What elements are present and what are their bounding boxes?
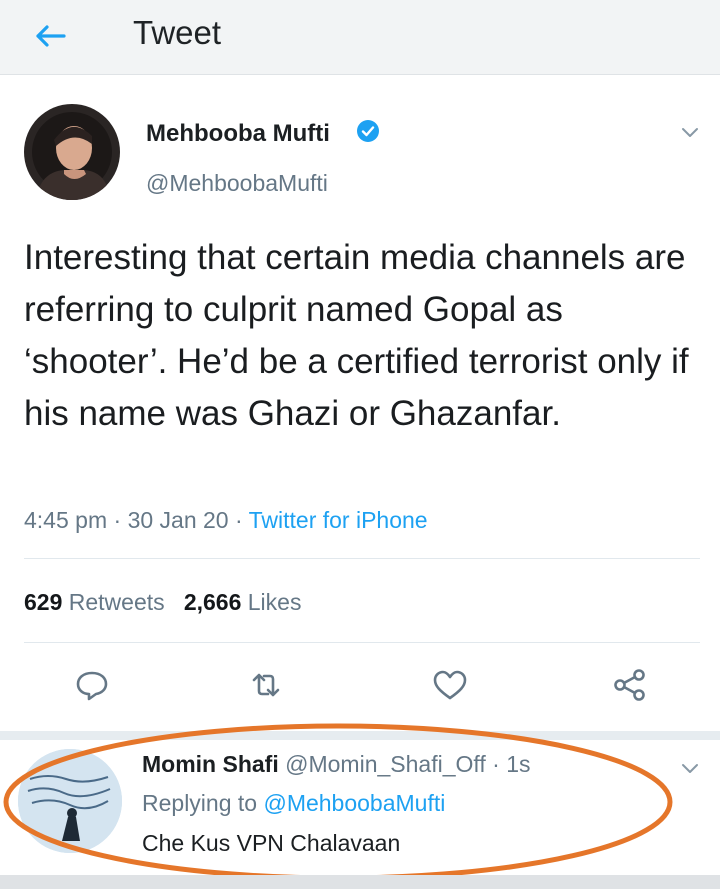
section-separator bbox=[0, 731, 720, 740]
author-avatar[interactable] bbox=[24, 104, 120, 200]
like-button[interactable] bbox=[430, 665, 470, 705]
like-icon bbox=[433, 670, 467, 700]
retweet-label: Retweets bbox=[68, 589, 165, 615]
reply-time: 1s bbox=[506, 751, 531, 777]
author-name[interactable]: Mehbooba Mufti bbox=[146, 120, 330, 148]
meta-separator: · bbox=[113, 507, 128, 533]
tweet-date: 30 Jan 20 bbox=[127, 507, 229, 533]
page-title: Tweet bbox=[133, 14, 222, 51]
share-button[interactable] bbox=[610, 665, 650, 705]
divider bbox=[24, 642, 700, 643]
reply-author-name[interactable]: Momin Shafi bbox=[142, 751, 279, 777]
top-app-bar: Tweet bbox=[0, 0, 720, 75]
author-handle[interactable]: @MehboobaMufti bbox=[146, 170, 328, 197]
tweet-time: 4:45 pm bbox=[24, 507, 108, 533]
share-icon bbox=[614, 669, 645, 701]
chevron-down-icon[interactable] bbox=[680, 126, 700, 140]
meta-separator: · bbox=[492, 751, 507, 777]
retweet-count: 629 bbox=[24, 589, 63, 615]
retweet-icon bbox=[252, 673, 280, 697]
like-label: Likes bbox=[247, 589, 302, 615]
divider bbox=[24, 558, 700, 559]
reply-header: Momin Shafi @Momin_Shafi_Off · 1s bbox=[142, 751, 531, 778]
likes-stat[interactable]: 2,666 Likes bbox=[184, 589, 302, 615]
tweet-text: Interesting that certain media channels … bbox=[24, 238, 689, 433]
reply-text: Che Kus VPN Chalavaan bbox=[142, 830, 401, 856]
tweet-stats: 629 Retweets 2,666 Likes bbox=[24, 589, 301, 616]
bottom-bar bbox=[0, 875, 720, 889]
retweet-button[interactable] bbox=[246, 665, 286, 705]
meta-separator: · bbox=[234, 507, 249, 533]
reply-icon bbox=[76, 671, 108, 701]
chevron-down-icon[interactable] bbox=[680, 762, 700, 776]
replying-to-label: Replying to bbox=[142, 790, 258, 816]
arrow-left-icon bbox=[36, 25, 66, 47]
retweets-stat[interactable]: 629 Retweets bbox=[24, 589, 165, 615]
tweet-meta: 4:45 pm · 30 Jan 20 · Twitter for iPhone bbox=[24, 507, 428, 534]
tweet-source-link[interactable]: Twitter for iPhone bbox=[249, 507, 428, 533]
verified-badge-icon bbox=[357, 120, 379, 142]
reply-author-avatar[interactable] bbox=[18, 749, 122, 853]
like-count: 2,666 bbox=[183, 589, 242, 615]
back-button[interactable] bbox=[28, 16, 74, 56]
reply-author-handle[interactable]: @Momin_Shafi_Off bbox=[285, 751, 486, 777]
reply-button[interactable] bbox=[72, 665, 112, 705]
replying-to-mention[interactable]: @MehboobaMufti bbox=[263, 790, 445, 816]
replying-to-line: Replying to @MehboobaMufti bbox=[142, 790, 445, 817]
